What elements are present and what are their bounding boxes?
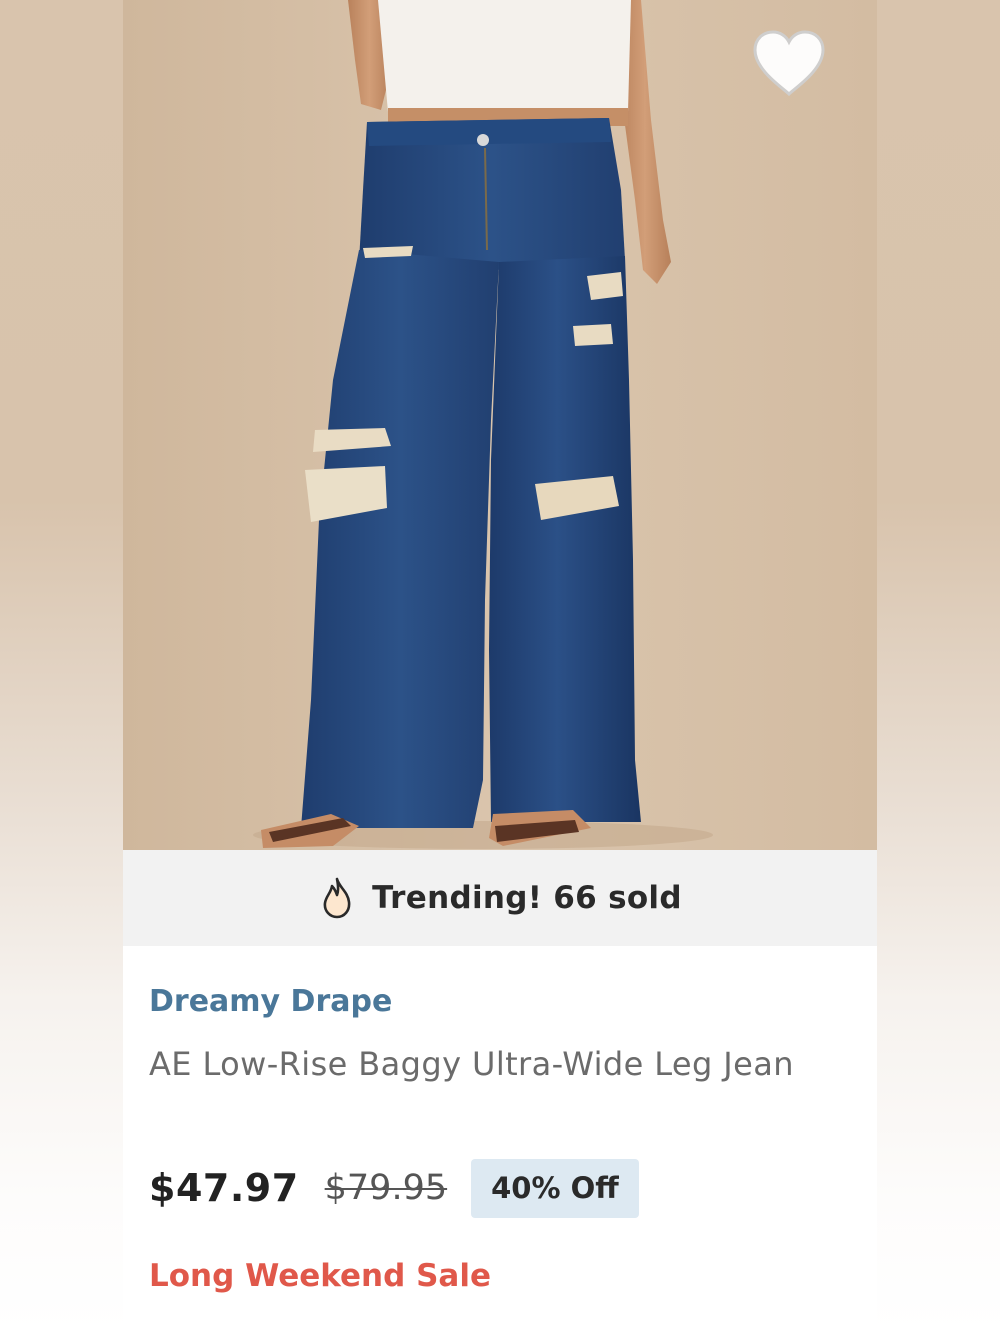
flame-icon xyxy=(323,877,351,919)
product-title[interactable]: AE Low-Rise Baggy Ultra-Wide Leg Jean xyxy=(149,1038,829,1091)
favorite-button[interactable] xyxy=(749,28,829,100)
original-price: $79.95 xyxy=(324,1168,448,1208)
price-row: $47.97 $79.95 40% Off xyxy=(149,1158,639,1218)
product-card[interactable]: Trending! 66 sold Dreamy Drape AE Low-Ri… xyxy=(123,0,877,1333)
sale-price: $47.97 xyxy=(149,1166,299,1210)
brand-name[interactable]: Dreamy Drape xyxy=(149,984,392,1019)
product-image[interactable] xyxy=(123,0,877,850)
promo-label: Long Weekend Sale xyxy=(149,1258,491,1294)
heart-outline-icon xyxy=(753,30,825,97)
trending-banner: Trending! 66 sold xyxy=(123,850,877,946)
discount-badge: 40% Off xyxy=(471,1158,639,1218)
trending-text: Trending! 66 sold xyxy=(372,880,682,916)
